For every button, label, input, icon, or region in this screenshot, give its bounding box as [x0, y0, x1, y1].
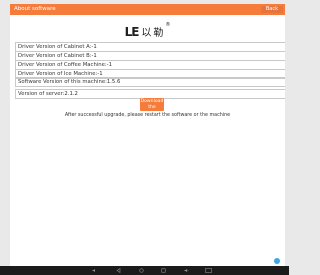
registered-mark: ® [165, 22, 171, 28]
about-software-screen: About software Back LE 以勒® Driver Version… [10, 4, 285, 266]
volume-up-icon[interactable] [184, 268, 189, 275]
brand-logo: LE 以勒® [10, 21, 285, 39]
software-version: Software Version of this machine:1.5.6 [15, 77, 285, 87]
logo-text: 以勒 [141, 28, 166, 39]
page-title: About software [14, 6, 56, 12]
cabinet-b-version: Driver Version of Cabinet B:-1 [15, 51, 285, 60]
back-icon[interactable] [116, 267, 121, 275]
logo-mark: LE [124, 25, 140, 39]
recents-icon[interactable] [161, 268, 166, 275]
download-button[interactable]: Download the [140, 98, 164, 111]
back-button[interactable]: Back [260, 6, 283, 13]
app-bar: About software Back [10, 4, 285, 15]
screenshot-icon[interactable] [205, 268, 212, 275]
cabinet-a-version: Driver Version of Cabinet A:-1 [15, 42, 285, 51]
home-icon[interactable] [139, 268, 144, 275]
restart-note: After successful upgrade, please restart… [64, 113, 231, 118]
volume-down-icon[interactable] [92, 268, 97, 275]
driver-versions-list: Driver Version of Cabinet A:-1 Driver Ve… [15, 42, 285, 79]
coffee-machine-version: Driver Version of Coffee Machine:-1 [15, 60, 285, 69]
system-navigation-bar [0, 266, 289, 275]
floating-assist-icon[interactable] [274, 258, 280, 264]
